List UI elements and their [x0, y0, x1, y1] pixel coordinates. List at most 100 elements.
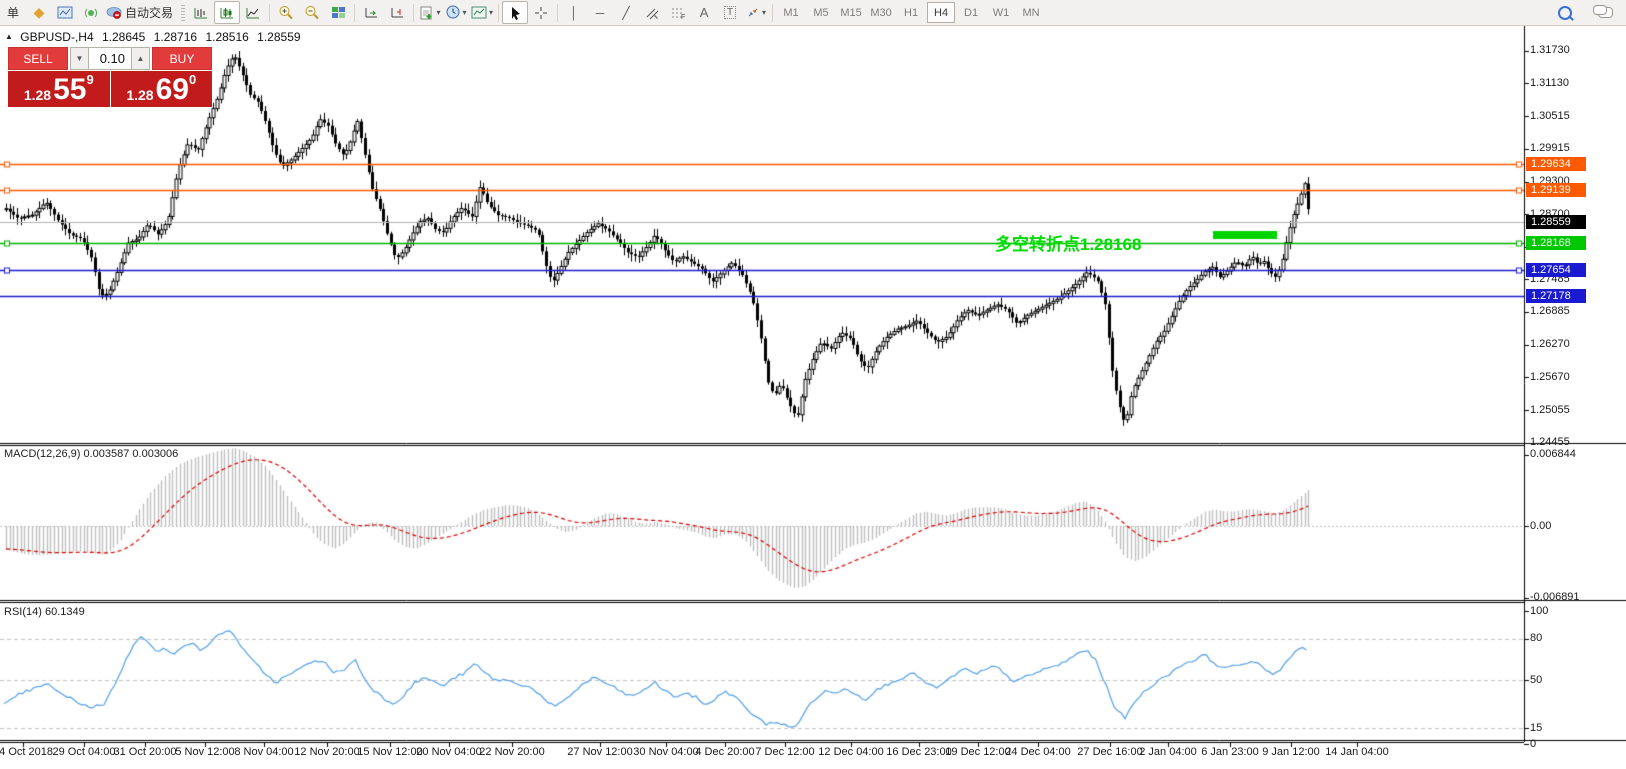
chat-icon[interactable]: [1592, 1, 1618, 24]
price-tick-label: 1.31130: [1530, 77, 1569, 89]
time-tick-label: 27 Dec 16:00: [1077, 746, 1142, 758]
time-tick-label: 8 Nov 04:00: [234, 746, 293, 758]
time-tick-label: 31 Oct 20:00: [114, 746, 177, 758]
indicators-button[interactable]: ▾: [417, 1, 443, 24]
time-tick-label: 27 Nov 12:00: [567, 746, 632, 758]
autotrading-button[interactable]: 自动交易: [104, 1, 178, 24]
time-tick-label: 12 Nov 20:00: [294, 746, 359, 758]
timeframe-w1[interactable]: W1: [987, 2, 1015, 23]
horizontal-line-tool-icon[interactable]: ─: [587, 1, 613, 24]
sell-price-display[interactable]: 1.28 55 9: [8, 71, 110, 107]
bar-chart-type-icon[interactable]: [188, 1, 214, 24]
timeframe-m15[interactable]: M15: [837, 2, 865, 23]
toolbar-separator: [557, 4, 558, 22]
timeframe-m30[interactable]: M30: [867, 2, 895, 23]
crosshair-icon[interactable]: [528, 1, 554, 24]
price-tick-label: 1.24455: [1530, 436, 1570, 448]
level-price-badge: 1.27178: [1526, 289, 1586, 303]
timeframe-bar: M1M5M15M30H1H4D1W1MN: [776, 2, 1046, 23]
time-tick-label: 16 Dec 23:00: [886, 746, 951, 758]
text-label-tool-icon[interactable]: T: [717, 1, 743, 24]
chart-title: ▲ GBPUSD-,H4 1.28645 1.28716 1.28516 1.2…: [5, 30, 306, 44]
zoom-out-icon[interactable]: [299, 1, 325, 24]
time-tick-label: 6 Jan 23:00: [1201, 746, 1259, 758]
timeframe-h1[interactable]: H1: [897, 2, 925, 23]
rsi-tick-label: 15: [1530, 722, 1542, 734]
time-tick-label: 20 Nov 04:00: [416, 746, 481, 758]
symbol-label: GBPUSD-,H4: [20, 30, 93, 44]
time-tick-label: 4 Dec 20:00: [695, 746, 754, 758]
arrows-dropdown-arrow: ▾: [762, 8, 766, 17]
sell-button[interactable]: SELL: [8, 47, 68, 70]
vertical-line-tool-icon[interactable]: │: [561, 1, 587, 24]
timeframe-h4[interactable]: H4: [927, 2, 955, 23]
toolbar-separator: [498, 4, 499, 22]
arrows-tool-button[interactable]: ▾: [743, 1, 769, 24]
indicators-dropdown-arrow: ▾: [437, 8, 441, 17]
one-click-trading-panel: SELL ▼ 0.10 ▲ BUY 1.28 55 9 1.28 69 0: [8, 47, 212, 107]
price-tick-label: 1.26885: [1530, 305, 1570, 317]
trendline-tool-icon[interactable]: ╱: [613, 1, 639, 24]
candlestick-chart-type-icon[interactable]: [214, 1, 240, 24]
search-icon[interactable]: [1552, 1, 1578, 24]
bid-price-badge: 1.28559: [1526, 215, 1586, 229]
rsi-tick-label: 50: [1530, 674, 1542, 686]
price-tick-label: 1.29915: [1530, 142, 1570, 154]
macd-tick-label: 0.006844: [1530, 448, 1576, 460]
periods-dropdown-arrow: ▾: [463, 8, 467, 17]
time-tick-label: 30 Nov 04:00: [633, 746, 698, 758]
channel-tool-icon[interactable]: [639, 1, 665, 24]
time-tick-label: 9 Jan 12:00: [1262, 746, 1320, 758]
mt4-window: 单 ◆ 自动交易: [0, 0, 1626, 769]
volume-spinner: ▼ 0.10 ▲: [70, 47, 150, 70]
price-tick-label: 1.30515: [1530, 110, 1570, 122]
buy-price-display[interactable]: 1.28 69 0: [111, 71, 213, 107]
macd-tick-label: 0.00: [1530, 520, 1551, 532]
chart-shift-icon[interactable]: [384, 1, 410, 24]
time-tick-label: 24 Dec 04:00: [1005, 746, 1070, 758]
timeframe-m1[interactable]: M1: [777, 2, 805, 23]
time-tick-label: 15 Nov 12:00: [357, 746, 422, 758]
volume-input[interactable]: 0.10: [89, 47, 131, 70]
auto-scroll-icon[interactable]: [358, 1, 384, 24]
line-chart-type-icon[interactable]: [240, 1, 266, 24]
toolbar-separator: [413, 4, 414, 22]
zoom-in-icon[interactable]: [273, 1, 299, 24]
text-tool-icon[interactable]: A: [691, 1, 717, 24]
pivot-annotation-text[interactable]: 多空转折点1.28168: [995, 230, 1141, 255]
price-tick-label: 1.31730: [1530, 44, 1570, 56]
collapse-arrow-icon[interactable]: ▲: [5, 32, 13, 41]
level-price-badge: 1.28168: [1526, 236, 1586, 250]
market-watch-icon[interactable]: ◆: [26, 1, 52, 24]
toolbar-separator: [269, 4, 270, 22]
level-price-badge: 1.29634: [1526, 157, 1586, 171]
toolbar-separator: [354, 4, 355, 22]
chart-canvas[interactable]: [0, 0, 1626, 769]
cursor-icon[interactable]: [502, 1, 528, 24]
new-order-button[interactable]: 单: [0, 1, 26, 24]
fibonacci-tool-icon[interactable]: F: [665, 1, 691, 24]
signals-icon[interactable]: [78, 1, 104, 24]
time-tick-label: 19 Dec 12:00: [945, 746, 1010, 758]
ohlc-open: 1.28645: [102, 30, 145, 44]
time-tick-label: 24 Oct 2018: [0, 746, 53, 758]
ohlc-low: 1.28516: [205, 30, 248, 44]
toolbar-separator: [772, 4, 773, 22]
level-price-badge: 1.29139: [1526, 183, 1586, 197]
time-tick-label: 29 Oct 04:00: [53, 746, 116, 758]
time-tick-label: 2 Jan 04:00: [1139, 746, 1197, 758]
time-tick-label: 22 Nov 20:00: [479, 746, 544, 758]
tile-windows-icon[interactable]: [325, 1, 351, 24]
timeframe-m5[interactable]: M5: [807, 2, 835, 23]
buy-button[interactable]: BUY: [152, 47, 212, 70]
toolbar: 单 ◆ 自动交易: [0, 0, 1626, 26]
volume-decrease-button[interactable]: ▼: [70, 47, 89, 70]
price-tick-label: 1.25670: [1530, 371, 1570, 383]
volume-increase-button[interactable]: ▲: [131, 47, 150, 70]
timeframe-d1[interactable]: D1: [957, 2, 985, 23]
terminal-icon[interactable]: [52, 1, 78, 24]
rsi-tick-label: 100: [1530, 605, 1548, 617]
periods-button[interactable]: ▾: [443, 1, 469, 24]
templates-button[interactable]: ▾: [469, 1, 495, 24]
timeframe-mn[interactable]: MN: [1017, 2, 1045, 23]
